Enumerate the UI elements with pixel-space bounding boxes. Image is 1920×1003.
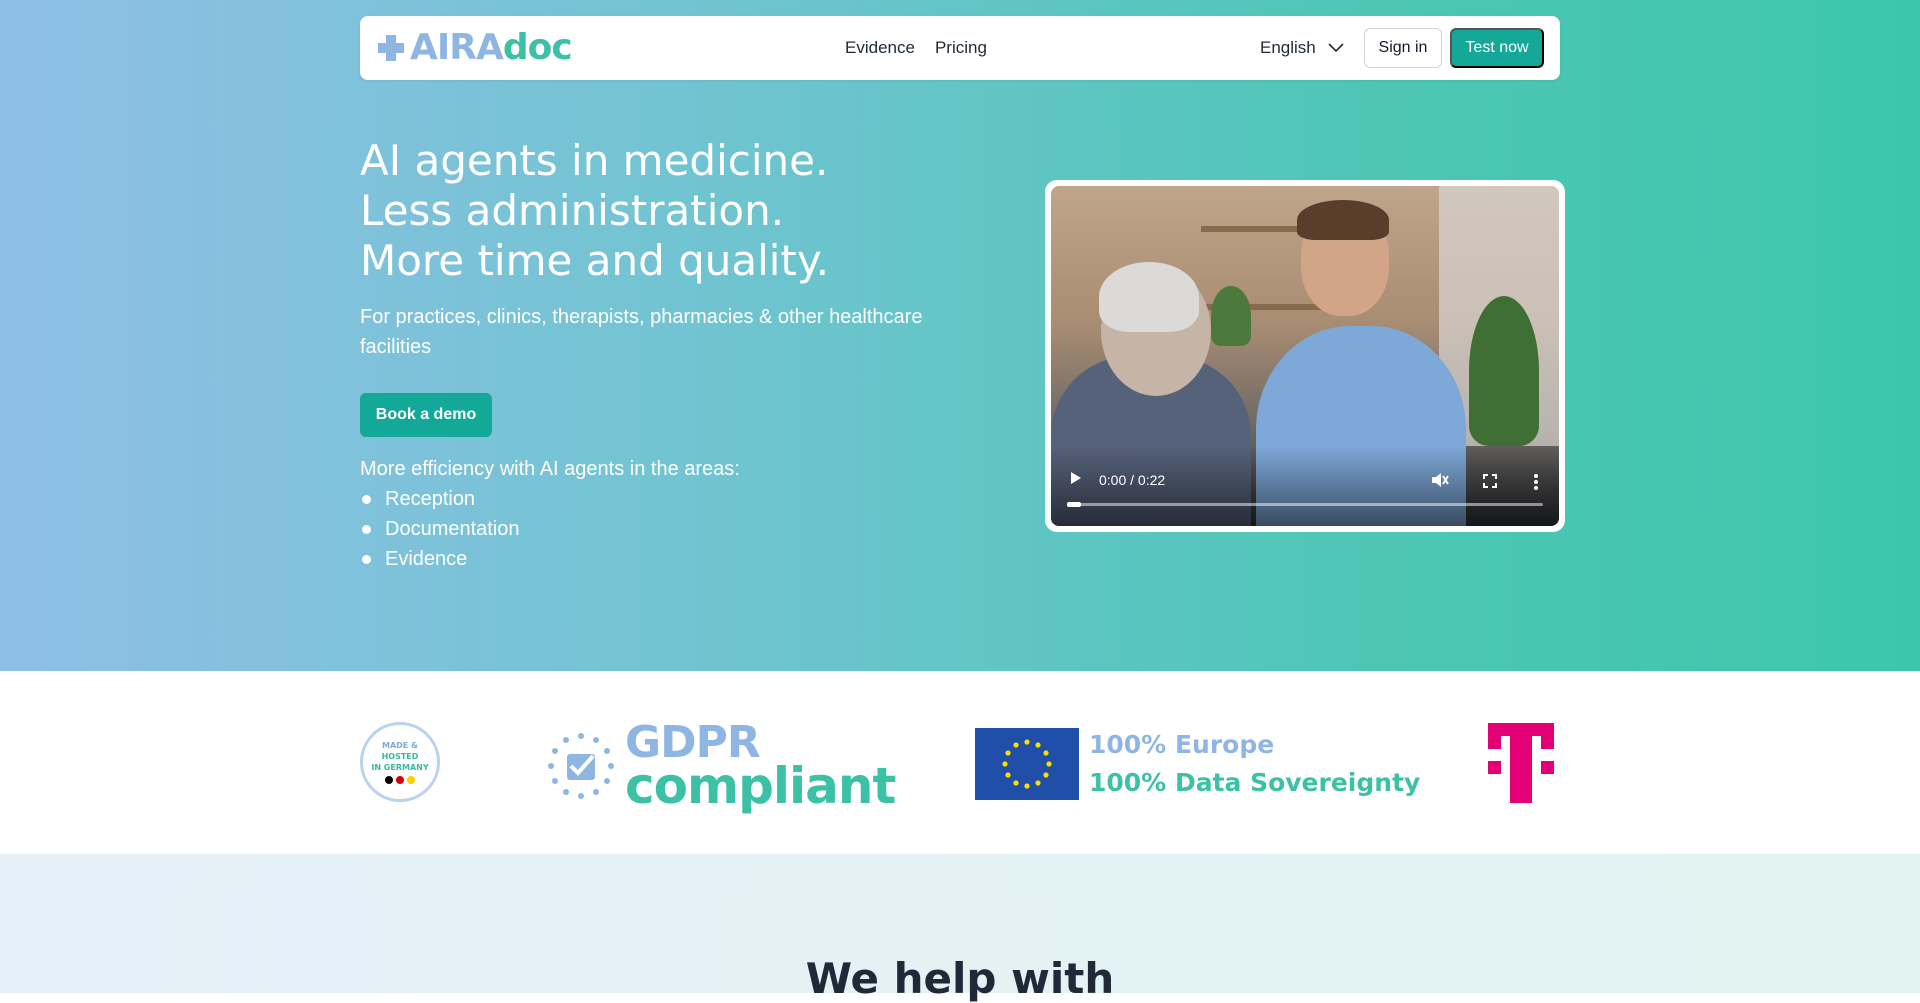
- nav-link-pricing[interactable]: Pricing: [935, 38, 987, 58]
- bullet-icon: [362, 494, 371, 504]
- we-help-with-section: We help with: [0, 854, 1920, 1003]
- video-progress-handle[interactable]: [1067, 502, 1081, 507]
- video-frame: 0:00 / 0:22: [1045, 180, 1565, 532]
- video-player[interactable]: 0:00 / 0:22: [1051, 186, 1559, 526]
- nav-link-evidence[interactable]: Evidence: [845, 38, 915, 58]
- eu-flag-icon: [975, 728, 1079, 800]
- brand-logo[interactable]: AIRAdoc: [376, 27, 573, 68]
- chevron-down-icon: [1328, 43, 1344, 53]
- language-selector[interactable]: English: [1260, 16, 1344, 80]
- fullscreen-icon[interactable]: [1483, 474, 1497, 488]
- area-evidence: Evidence: [385, 548, 468, 570]
- hero-subtitle: For practices, clinics, therapists, phar…: [360, 306, 923, 358]
- badge-text-line-3: IN GERMANY: [371, 763, 429, 772]
- areas-intro: More efficiency with AI agents in the ar…: [360, 458, 740, 480]
- logo-text-doc: doc: [502, 27, 573, 68]
- play-icon[interactable]: [1071, 472, 1081, 484]
- german-flag-dots: [385, 776, 415, 784]
- badge-text-line-1: MADE &: [381, 741, 419, 750]
- language-label: English: [1260, 38, 1316, 57]
- bullet-icon: [362, 524, 371, 534]
- list-item: Documentation: [360, 514, 520, 544]
- video-scene-patient-hair: [1099, 262, 1199, 332]
- video-progress-bar[interactable]: [1067, 502, 1543, 507]
- more-vert-icon[interactable]: [1533, 474, 1539, 490]
- hero-section: AIRAdoc Evidence Pricing English Sign in…: [0, 0, 1920, 671]
- test-now-button[interactable]: Test now: [1450, 28, 1544, 68]
- book-demo-button[interactable]: Book a demo: [360, 393, 492, 437]
- section-title: We help with: [805, 954, 1115, 1003]
- gdpr-badge: GDPR compliant: [545, 721, 896, 815]
- made-in-germany-badge: MADE & HOSTED IN GERMANY: [360, 722, 440, 802]
- logo-text-aira: AIRA: [410, 27, 504, 68]
- area-documentation: Documentation: [385, 518, 520, 540]
- video-scene-plant: [1469, 296, 1539, 446]
- eu-sovereignty-badge: 100% Europe 100% Data Sovereignty: [975, 726, 1420, 802]
- video-scene-doctor-hair: [1297, 200, 1389, 240]
- top-navigation: AIRAdoc Evidence Pricing English Sign in…: [360, 16, 1560, 80]
- area-reception: Reception: [385, 488, 476, 510]
- gdpr-compliant-label: compliant: [625, 757, 896, 815]
- headline-line-1: AI agents in medicine.: [360, 136, 829, 185]
- video-time: 0:00 / 0:22: [1099, 472, 1166, 488]
- data-sovereignty-label: 100% Data Sovereignty: [1089, 768, 1421, 797]
- list-item: Reception: [360, 484, 520, 514]
- telekom-t-logo: [1488, 723, 1554, 803]
- headline-line-2: Less administration.: [360, 186, 785, 235]
- video-scene-plant: [1211, 286, 1251, 346]
- gdpr-stars-check-icon: [548, 733, 614, 799]
- sign-in-button[interactable]: Sign in: [1364, 28, 1442, 68]
- video-controls: 0:00 / 0:22: [1051, 446, 1559, 526]
- areas-list: Reception Documentation Evidence: [360, 484, 520, 574]
- main-nav: Evidence Pricing: [845, 16, 987, 80]
- medical-cross-icon: [378, 35, 404, 61]
- volume-off-icon[interactable]: [1431, 472, 1449, 488]
- badge-text-line-2: HOSTED: [381, 752, 419, 761]
- eu-label: 100% Europe: [1089, 730, 1275, 759]
- trust-badges: MADE & HOSTED IN GERMANY GDPR compliant: [0, 671, 1920, 854]
- headline-line-3: More time and quality.: [360, 236, 830, 285]
- hero-headline: AI agents in medicine. Less administrati…: [360, 136, 980, 286]
- list-item: Evidence: [360, 544, 520, 574]
- bullet-icon: [362, 554, 371, 564]
